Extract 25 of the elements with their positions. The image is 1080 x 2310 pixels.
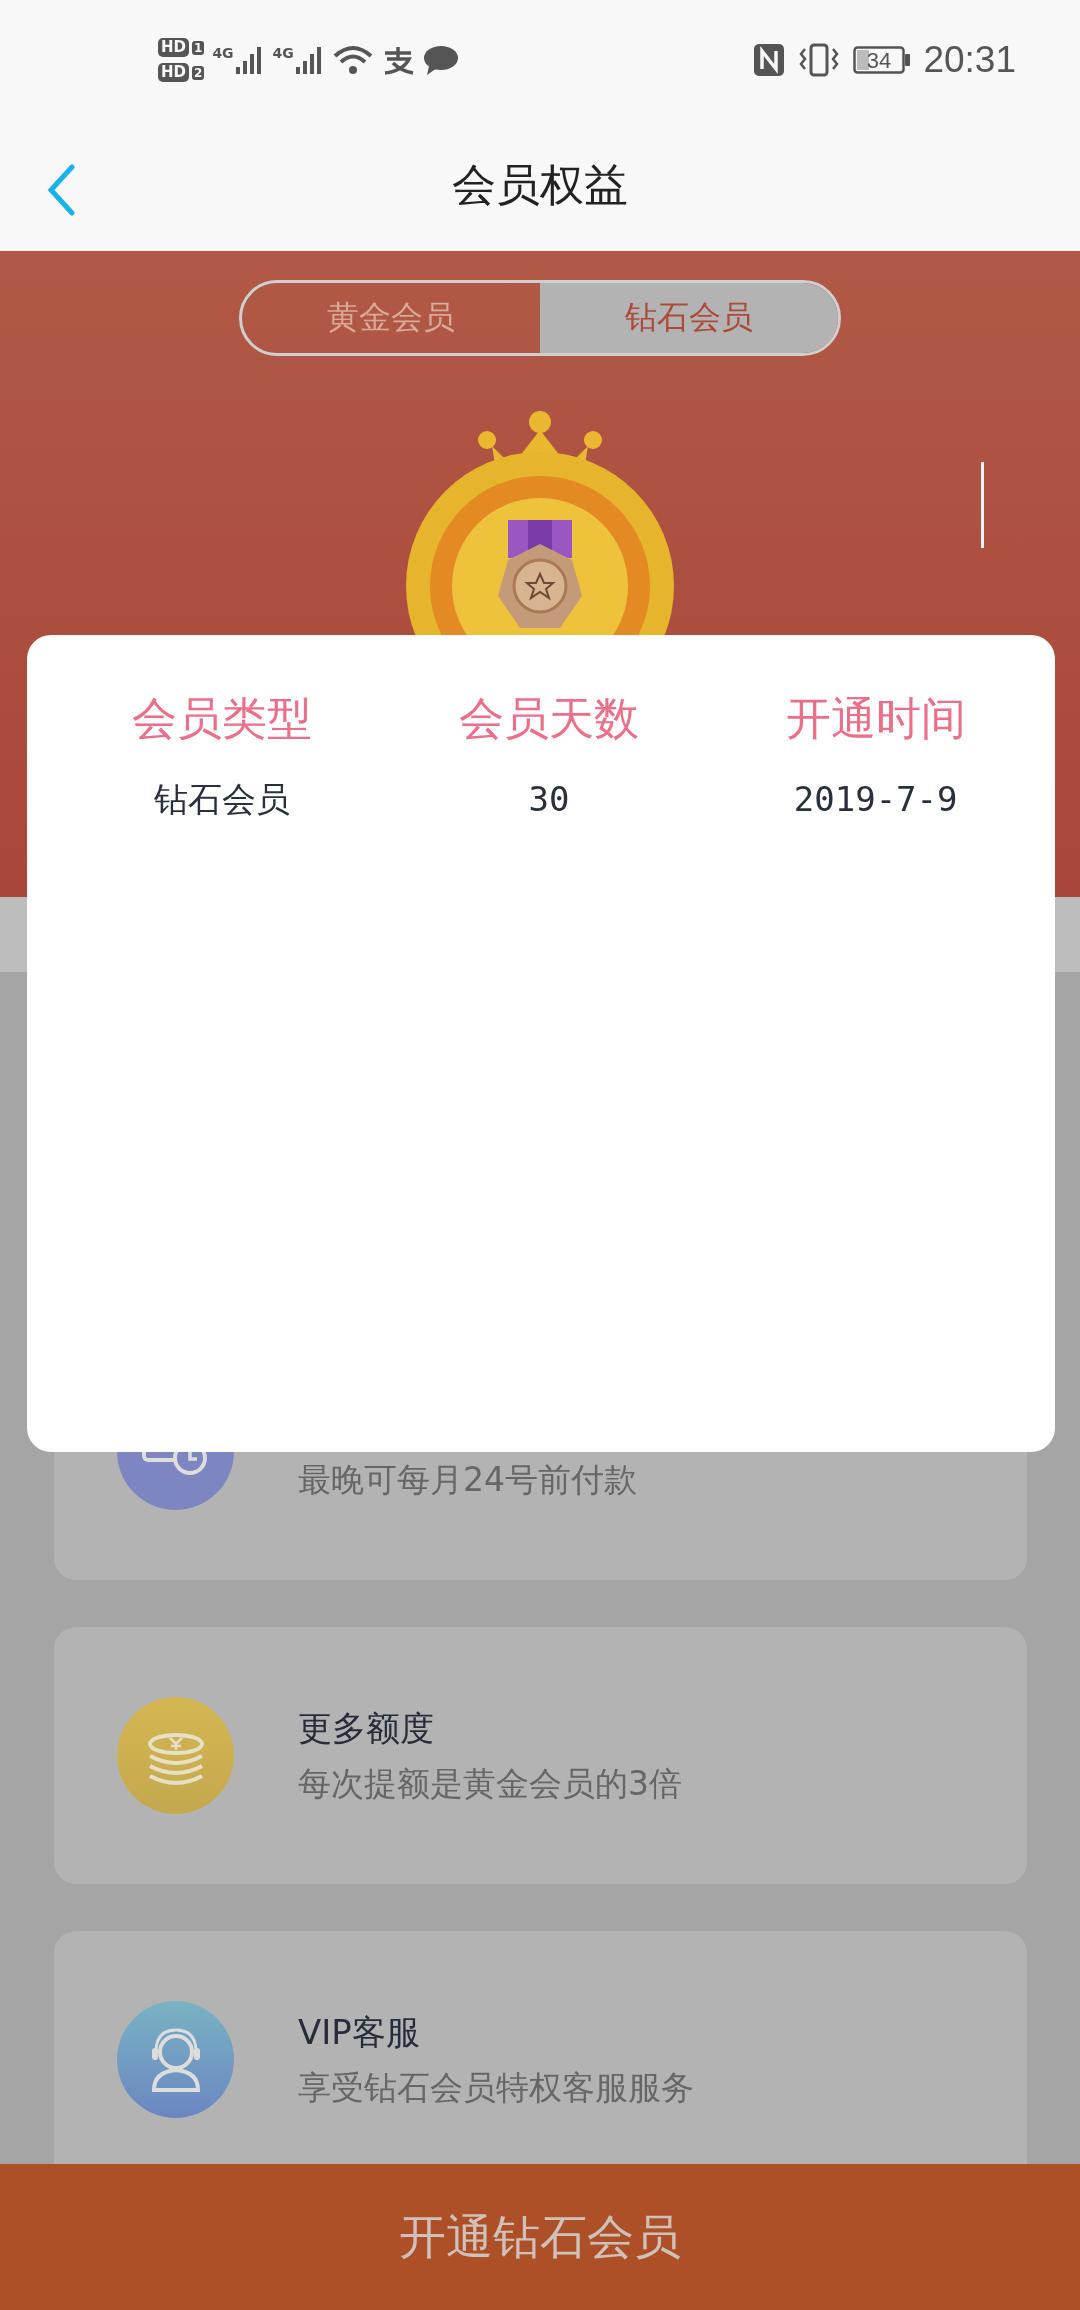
benefit-description: 最晚可每月24号前付款 [298,1458,637,1501]
sim-badge: HD [158,63,189,82]
nfc-icon [753,43,786,77]
table-cell-text: 钻石会员 [154,778,291,821]
sim-badge: HD [158,38,189,57]
benefit-description: 每次提额是黄金会员的3倍 [298,1762,682,1805]
benefit-title: 更多额度 [298,1706,435,1750]
column-header: 开通时间 [785,691,966,747]
network-type: 4G [272,45,294,61]
activate-button[interactable]: 开通钻石会员 [0,2164,1080,2310]
membership-tab[interactable]: 黄金会员 [242,283,540,353]
table-cell-text: 2019-7-9 [793,778,958,821]
benefit-title: VIP客服 [298,2010,421,2054]
clock-time: 20:31 [923,39,1016,81]
page-title: 会员权益 [452,158,628,212]
sim-slot: 1 [192,40,205,55]
sim-slot: 2 [192,65,205,80]
table-cell-text: 30 [528,778,570,821]
column-header: 会员类型 [132,691,313,747]
wifi-icon [332,44,373,76]
benefit-description: 享受钻石会员特权客服服务 [298,2066,694,2109]
chat-bubble-icon [422,44,459,76]
membership-tab[interactable]: 钻石会员 [540,283,838,353]
network-type: 4G [212,45,234,61]
column-header: 会员天数 [459,691,639,747]
